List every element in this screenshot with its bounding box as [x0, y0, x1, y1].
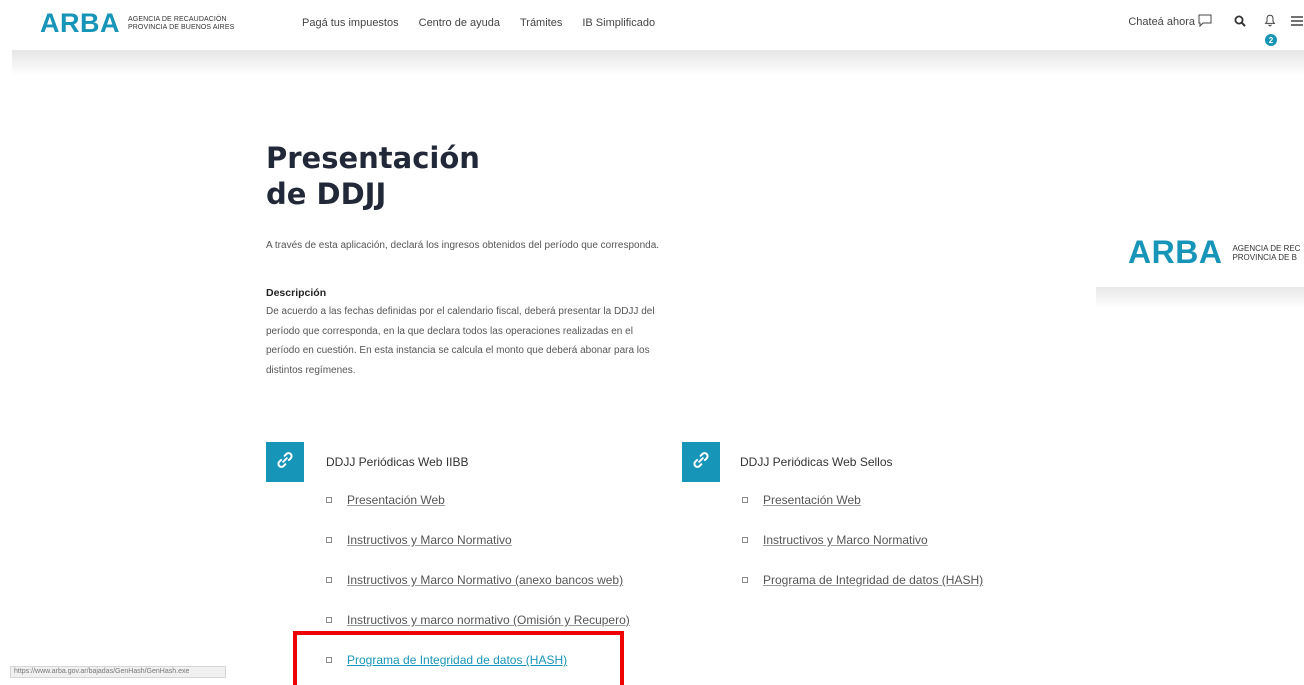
logo-line-1: Agencia de Recaudación: [128, 15, 227, 23]
link-icon: [691, 450, 711, 475]
highlight-box: [293, 631, 624, 685]
description-heading: Descripción: [266, 287, 327, 299]
block-title-iibb: DDJJ Periódicas Web IIBB: [326, 455, 469, 469]
link-tile-sellos: [682, 442, 720, 482]
bullet-icon: [742, 537, 748, 543]
arba-logo[interactable]: ARBA Agencia de Recaudación Provincia de…: [40, 8, 234, 39]
header-tools: Chateá ahora 2: [1128, 12, 1304, 46]
site-header: ARBA Agencia de Recaudación Provincia de…: [0, 0, 1304, 50]
link-sellos-instructivos[interactable]: Instructivos y Marco Normativo: [763, 533, 928, 547]
link-sellos-hash[interactable]: Programa de Integridad de datos (HASH): [763, 573, 983, 587]
search-button[interactable]: [1230, 12, 1250, 32]
overlay-shadow: [1096, 287, 1304, 309]
bullet-icon: [326, 577, 332, 583]
bell-icon: [1264, 14, 1276, 30]
logo-text: Agencia de Recaudación Provincia de Buen…: [128, 16, 234, 32]
link-iibb-instructivos[interactable]: Instructivos y Marco Normativo: [347, 533, 512, 547]
link-iibb-instructivos-anexo[interactable]: Instructivos y Marco Normativo (anexo ba…: [347, 573, 623, 587]
status-bar-url: https://www.arba.gov.ar/bajadas/GenHash/…: [10, 666, 226, 678]
notifications-badge: 2: [1265, 34, 1277, 46]
nav-pay-taxes[interactable]: Pagá tus impuestos: [302, 17, 399, 29]
bullet-icon: [742, 577, 748, 583]
link-tile-iibb: [266, 442, 304, 482]
overlay-logo-mark: ARBA: [1128, 234, 1223, 270]
chat-button[interactable]: Chateá ahora: [1128, 14, 1212, 30]
list-item: Programa de Integridad de datos (HASH): [742, 560, 983, 600]
main-nav: Pagá tus impuestos Centro de ayuda Trámi…: [302, 17, 655, 29]
menu-button[interactable]: [1290, 12, 1304, 32]
chat-label: Chateá ahora: [1128, 16, 1195, 28]
description-text: De acuerdo a las fechas definidas por el…: [266, 306, 655, 376]
list-item: Presentación Web: [742, 480, 983, 520]
link-icon: [275, 450, 295, 475]
nav-ib-simplificado[interactable]: IB Simplificado: [582, 17, 655, 29]
chat-icon: [1198, 14, 1212, 30]
bullet-icon: [326, 617, 332, 623]
link-list-sellos: Presentación Web Instructivos y Marco No…: [742, 480, 983, 600]
logo-mark: ARBA: [40, 8, 120, 38]
intro-text: A través de esta aplicación, declará los…: [266, 240, 660, 251]
overlay-arba-logo: ARBA Agencia de Rec Provincia de B: [1128, 234, 1300, 271]
overlay-logo-text: Agencia de Rec Provincia de B: [1232, 244, 1300, 262]
page-title-line-2: de DDJJ: [266, 177, 387, 211]
search-icon: [1234, 15, 1246, 30]
link-iibb-presentacion-web[interactable]: Presentación Web: [347, 493, 445, 507]
list-item: Presentación Web: [326, 480, 630, 520]
link-sellos-presentacion-web[interactable]: Presentación Web: [763, 493, 861, 507]
list-item: Instructivos y Marco Normativo: [326, 520, 630, 560]
list-item: Instructivos y Marco Normativo (anexo ba…: [326, 560, 630, 600]
overlay-logo-line-1: Agencia de Rec: [1232, 243, 1301, 253]
bullet-icon: [326, 537, 332, 543]
page-title-line-1: Presentación: [266, 141, 480, 175]
header-shadow: [12, 50, 1304, 76]
menu-icon: [1291, 15, 1303, 29]
bullet-icon: [326, 497, 332, 503]
notifications-button[interactable]: 2: [1260, 12, 1280, 46]
page-title: Presentación de DDJJ: [266, 140, 480, 212]
bullet-icon: [742, 497, 748, 503]
nav-help-center[interactable]: Centro de ayuda: [419, 17, 500, 29]
nav-procedures[interactable]: Trámites: [520, 17, 562, 29]
link-iibb-instructivos-omision[interactable]: Instructivos y marco normativo (Omisión …: [347, 613, 630, 627]
overlay-logo-line-2: Provincia de B: [1232, 252, 1297, 262]
list-item: Instructivos y Marco Normativo: [742, 520, 983, 560]
block-title-sellos: DDJJ Periódicas Web Sellos: [740, 455, 893, 469]
logo-line-2: Provincia de Buenos Aires: [128, 23, 235, 31]
